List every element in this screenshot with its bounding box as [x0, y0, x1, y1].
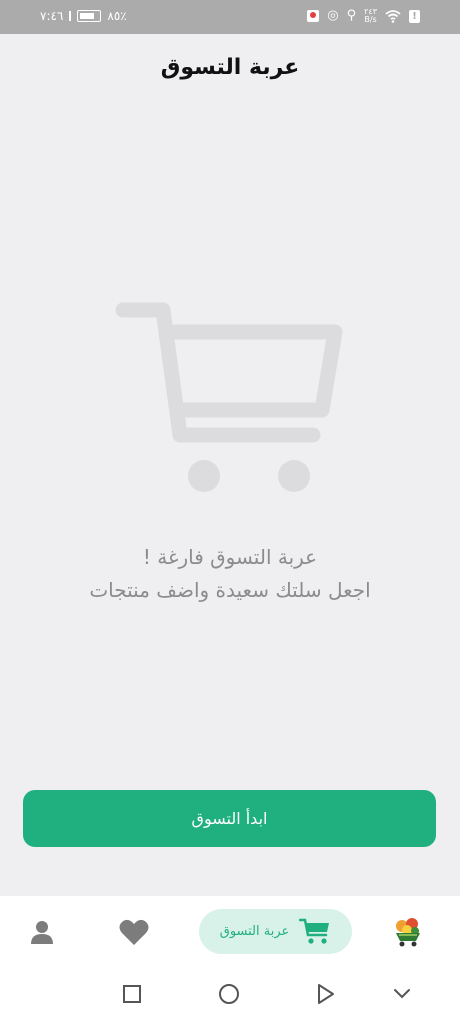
square-icon	[123, 985, 141, 1003]
empty-cart-title: عربة التسوق فارغة !	[142, 545, 318, 569]
hotspot-icon: ◎	[327, 8, 339, 23]
signal-bar-icon	[69, 11, 72, 21]
nav-cart[interactable]: عربة التسوق	[199, 909, 352, 954]
system-nav-bar	[0, 968, 460, 1020]
network-speed: ٢٤٣ B/s	[364, 8, 377, 24]
home-button[interactable]	[215, 980, 243, 1008]
back-button[interactable]	[312, 980, 340, 1008]
location-app-icon	[307, 10, 320, 22]
nav-profile[interactable]	[22, 896, 62, 968]
nav-collapse-button[interactable]	[388, 980, 416, 1008]
bottom-nav: عربة التسوق	[0, 896, 460, 968]
start-shopping-button[interactable]: ابدأ التسوق	[23, 790, 436, 847]
wifi-icon	[385, 10, 401, 23]
shopping-cart-icon	[115, 302, 343, 492]
nav-favorites[interactable]	[112, 896, 156, 968]
home-logo-icon	[396, 918, 420, 947]
nav-home[interactable]	[388, 896, 428, 968]
empty-cart-subtitle: اجعل سلتك سعيدة واضف منتجات	[89, 578, 371, 602]
status-right: ◎ ⚲ ٢٤٣ B/s !	[307, 8, 420, 24]
start-shopping-label: ابدأ التسوق	[191, 809, 268, 828]
usb-icon: ⚲	[346, 8, 357, 23]
recent-apps-button[interactable]	[118, 980, 146, 1008]
profile-icon	[31, 921, 53, 944]
cart-icon	[299, 918, 330, 944]
alert-icon: !	[409, 9, 420, 23]
network-speed-unit: B/s	[364, 15, 377, 24]
triangle-icon	[318, 984, 334, 1004]
battery-level: ٨٥٪	[107, 9, 127, 23]
nav-cart-label: عربة التسوق	[219, 924, 290, 939]
status-bar: ٧:٤٦ ٨٥٪ ◎ ⚲ ٢٤٣ B/s !	[0, 0, 460, 34]
heart-icon	[119, 919, 149, 945]
status-left: ٧:٤٦ ٨٥٪	[40, 9, 127, 23]
page-title: عربة التسوق	[160, 55, 300, 80]
chevron-down-icon	[394, 989, 410, 999]
battery-icon	[77, 10, 102, 22]
clock: ٧:٤٦	[40, 9, 64, 23]
circle-icon	[219, 984, 239, 1004]
